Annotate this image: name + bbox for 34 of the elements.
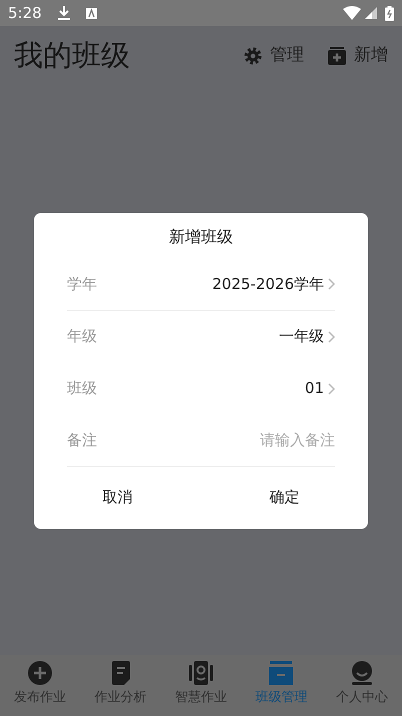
add-box-icon bbox=[328, 47, 346, 65]
chevron-right-icon bbox=[328, 330, 335, 342]
document-icon bbox=[112, 661, 130, 685]
picker-value[interactable]: 2025-2026学年 bbox=[212, 272, 335, 296]
field-label: 班级 bbox=[67, 378, 97, 400]
chevron-right-icon bbox=[328, 382, 335, 394]
download-icon bbox=[58, 6, 70, 20]
field-label: 备注 bbox=[67, 430, 97, 451]
confirm-button[interactable]: 确定 bbox=[201, 466, 368, 528]
keyboard-icon bbox=[86, 8, 97, 18]
picker-value[interactable]: 一年级 bbox=[279, 325, 335, 348]
wifi-icon bbox=[343, 6, 361, 20]
cancel-button[interactable]: 取消 bbox=[34, 466, 201, 528]
nav-tab[interactable]: 作业分析 bbox=[80, 655, 161, 716]
status-time: 5:28 bbox=[8, 2, 42, 24]
field-label: 年级 bbox=[67, 326, 97, 348]
picker-value[interactable]: 01 bbox=[304, 377, 335, 400]
field-label: 学年 bbox=[67, 274, 97, 295]
dialog-title: 新增班级 bbox=[168, 226, 234, 248]
nav-tab[interactable]: 发布作业 bbox=[0, 655, 80, 716]
person-icon bbox=[350, 661, 374, 685]
battery-icon bbox=[385, 6, 394, 20]
chevron-right-icon bbox=[328, 278, 335, 290]
page-title: 我的班级 bbox=[14, 37, 130, 74]
signal-icon bbox=[365, 7, 377, 19]
add-button[interactable]: 新增 bbox=[328, 43, 388, 69]
plus-circle-icon bbox=[28, 661, 52, 685]
nav-tab[interactable]: 智慧作业 bbox=[160, 655, 242, 716]
box-icon bbox=[269, 661, 294, 685]
camera-icon bbox=[189, 661, 214, 685]
nav-tab[interactable]: 班级管理 bbox=[241, 655, 322, 716]
settings-icon bbox=[244, 47, 262, 65]
manage-button[interactable]: 管理 bbox=[244, 43, 304, 69]
nav-tab[interactable]: 个人中心 bbox=[322, 655, 402, 716]
